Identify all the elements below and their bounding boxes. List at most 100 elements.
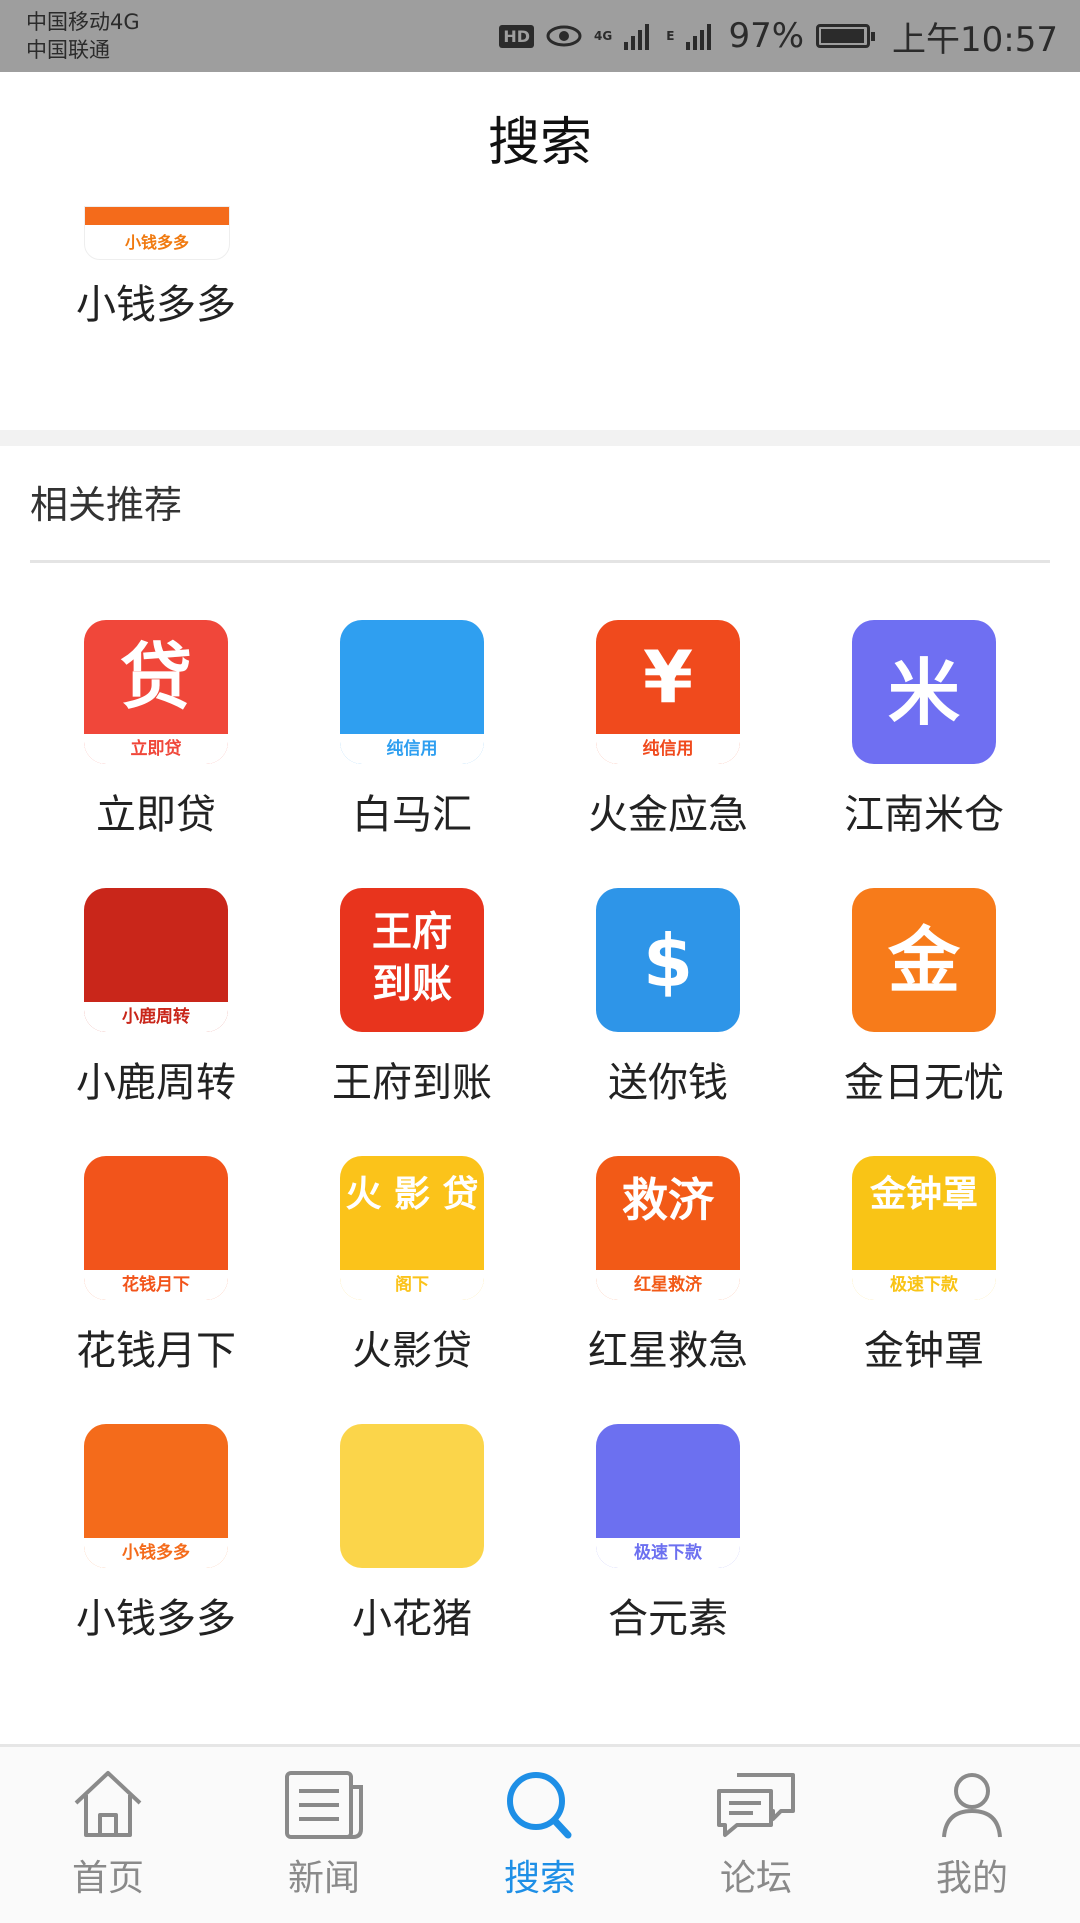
clock: 上午10:57 — [892, 19, 1058, 60]
app-name: 小花猪 — [352, 1596, 472, 1642]
app-item[interactable]: 小鹿周转 小鹿周转 — [28, 888, 284, 1108]
app-icon-text: 王府到账 — [372, 909, 452, 1007]
signal-icon-2 — [686, 24, 712, 50]
app-item[interactable]: 金钟罩 极速下款 金钟罩 — [796, 1156, 1052, 1376]
app-name: 小鹿周转 — [76, 1060, 236, 1106]
app-name: 花钱月下 — [76, 1328, 236, 1374]
nav-forum-label: 论坛 — [719, 1858, 792, 1899]
divider — [30, 560, 1050, 563]
nav-profile-label: 我的 — [935, 1858, 1008, 1899]
app-icon-text: 贷 — [119, 635, 192, 719]
app-icon[interactable]: 米 — [852, 620, 996, 764]
app-item[interactable]: 花钱月下 花钱月下 — [28, 1156, 284, 1376]
app-icon-text: $ — [642, 919, 694, 1003]
app-name: 火金应急 — [588, 792, 748, 838]
app-icon-subtitle: 小鹿周转 — [84, 1002, 228, 1032]
app-name: 小钱多多 — [76, 1596, 236, 1642]
forum-icon — [717, 1773, 795, 1837]
nav-news-label: 新闻 — [287, 1858, 360, 1899]
app-icon[interactable]: 救济 红星救济 — [596, 1156, 740, 1300]
carrier-1: 中国移动4G — [26, 10, 140, 34]
user-icon — [942, 1773, 1002, 1838]
app-icon-text: 火 影 贷 — [345, 1174, 479, 1215]
app-name: 送你钱 — [608, 1060, 728, 1106]
home-icon — [74, 1771, 142, 1837]
app-icon-text: 金钟罩 — [869, 1174, 978, 1215]
app-item[interactable]: 王府到账 王府到账 — [284, 888, 540, 1108]
bottom-nav: 首页 新闻 搜索 论坛 我的 — [0, 1744, 1080, 1923]
app-name: 江南米仓 — [844, 792, 1004, 838]
app-icon[interactable]: 王府到账 — [340, 888, 484, 1032]
nav-home[interactable]: 首页 — [0, 1767, 216, 1901]
battery-icon — [816, 24, 876, 48]
nav-news[interactable]: 新闻 — [216, 1767, 432, 1901]
app-icon-subtitle: 红星救济 — [596, 1270, 740, 1300]
app-name: 火影贷 — [352, 1328, 472, 1374]
app-item[interactable]: 救济红星救济红星救急 — [540, 1156, 796, 1376]
app-icon[interactable]: 小钱多多 — [84, 1424, 228, 1568]
app-name: 立即贷 — [96, 792, 216, 838]
app-item[interactable]: 小钱多多 小钱多多 — [28, 1424, 284, 1644]
app-name: 白马汇 — [352, 792, 472, 838]
page-title: 搜索 — [487, 113, 592, 173]
eye-icon — [546, 25, 582, 47]
network-e-label: E — [666, 29, 675, 43]
app-name: 王府到账 — [332, 1060, 492, 1106]
network-4g-label: 4G — [594, 29, 613, 43]
app-icon-subtitle: 极速下款 — [852, 1270, 996, 1300]
app-icon-subtitle: 立即贷 — [84, 734, 228, 764]
app-icon-text: ¥ — [642, 635, 694, 719]
section-title: 相关推荐 — [30, 483, 183, 527]
app-icon[interactable]: 贷立即贷 — [84, 620, 228, 764]
partial-icon-text: 小钱多多 — [124, 233, 189, 252]
app-name: 金日无忧 — [844, 1060, 1004, 1106]
app-icon-text: 金 — [887, 919, 960, 1003]
app-icon[interactable]: 金 — [852, 888, 996, 1032]
app-icon-subtitle: 纯信用 — [340, 734, 484, 764]
app-item[interactable]: 纯信用 白马汇 — [284, 620, 540, 840]
battery-percent: 97% — [728, 16, 805, 56]
app-item[interactable]: $ 送你钱 — [540, 888, 796, 1108]
app-name: 合元素 — [608, 1596, 728, 1642]
app-icon[interactable]: 极速下款 — [596, 1424, 740, 1568]
signal-icon — [624, 24, 650, 50]
app-item[interactable]: 极速下款 合元素 — [540, 1424, 796, 1644]
hd-icon: HD — [499, 24, 535, 48]
app-icon[interactable]: 火 影 贷阁下 — [340, 1156, 484, 1300]
app-item[interactable]: 火 影 贷阁下火影贷 — [284, 1156, 540, 1376]
app-icon-subtitle: 极速下款 — [596, 1538, 740, 1568]
nav-forum[interactable]: 论坛 — [648, 1767, 864, 1901]
app-label-partial[interactable]: 小钱多多 — [56, 272, 256, 330]
app-icon[interactable]: 金钟罩 极速下款 — [852, 1156, 996, 1300]
app-item[interactable]: 米江南米仓 — [796, 620, 1052, 840]
carrier-2: 中国联通 — [26, 38, 110, 62]
status-bar: 中国移动4G 中国联通 HD 4G E 97% 上午10:57 — [0, 0, 1080, 72]
search-icon — [507, 1772, 572, 1839]
nav-search-label: 搜索 — [503, 1858, 576, 1899]
section-separator — [0, 430, 1080, 446]
top-header: 搜索 — [0, 72, 1080, 198]
app-icon[interactable]: 纯信用 — [340, 620, 484, 764]
app-icon-subtitle: 小钱多多 — [84, 1538, 228, 1568]
app-item[interactable]: 金金日无忧 — [796, 888, 1052, 1108]
app-item[interactable]: 贷立即贷 立即贷 — [28, 620, 284, 840]
app-icon-text: 救济 — [622, 1173, 714, 1227]
app-icon-partial[interactable]: 小钱多多 — [84, 206, 230, 260]
news-icon — [285, 1771, 363, 1839]
app-icon[interactable]: ¥ 纯信用 — [596, 620, 740, 764]
app-icon[interactable] — [340, 1424, 484, 1568]
app-icon[interactable]: $ — [596, 888, 740, 1032]
app-item[interactable]: 小花猪 — [284, 1424, 540, 1644]
carrier-info: 中国移动4G 中国联通 — [26, 8, 140, 64]
nav-home-label: 首页 — [71, 1858, 144, 1899]
app-icon-text: 米 — [887, 651, 960, 735]
app-icon[interactable]: 花钱月下 — [84, 1156, 228, 1300]
app-icon[interactable]: 小鹿周转 — [84, 888, 228, 1032]
app-name: 红星救急 — [588, 1328, 748, 1374]
nav-profile[interactable]: 我的 — [864, 1767, 1080, 1901]
app-name: 金钟罩 — [864, 1328, 984, 1374]
nav-search[interactable]: 搜索 — [432, 1767, 648, 1901]
app-item[interactable]: ¥ 纯信用火金应急 — [540, 620, 796, 840]
app-icon-subtitle: 阁下 — [340, 1270, 484, 1300]
app-icon-subtitle: 花钱月下 — [84, 1270, 228, 1300]
